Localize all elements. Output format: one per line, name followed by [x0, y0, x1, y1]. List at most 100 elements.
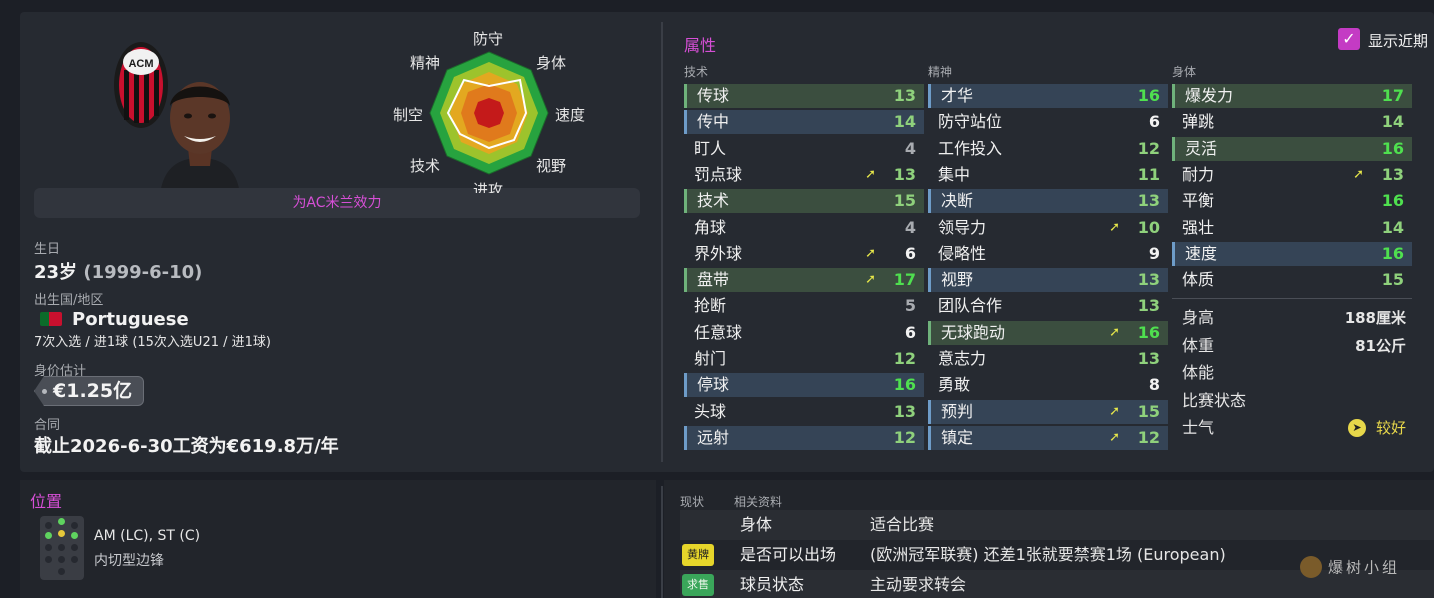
- attr-row[interactable]: 速度 16: [1172, 241, 1412, 266]
- tag-hole-icon: [42, 389, 47, 394]
- attr-row[interactable]: 罚点球 ➚ 13: [684, 163, 924, 187]
- show-recent-label[interactable]: 显示近期: [1368, 30, 1428, 51]
- attr-row[interactable]: 平衡 16: [1172, 189, 1412, 213]
- pitch-dot: [45, 522, 52, 529]
- attr-value: 13: [1137, 349, 1160, 368]
- radar-label-mental: 精神: [410, 54, 441, 72]
- attr-name: 勇敢: [938, 375, 971, 395]
- attr-row[interactable]: 领导力 ➚ 10: [928, 216, 1168, 240]
- attr-name: 盘带: [697, 270, 730, 290]
- attr-row[interactable]: 预判 ➚ 15: [928, 399, 1168, 424]
- pitch-dot: [58, 568, 65, 575]
- attr-name: 无球跑动: [941, 322, 1006, 342]
- bottom-divider: [661, 486, 663, 598]
- attr-row[interactable]: 传球 13: [684, 84, 924, 108]
- attr-name: 抢断: [694, 296, 727, 316]
- attr-row[interactable]: 盯人 4: [684, 137, 924, 161]
- attr-row[interactable]: 勇敢 8: [928, 373, 1168, 397]
- attr-value: 17: [1381, 86, 1404, 105]
- pitch-dot: [58, 544, 65, 551]
- radar-label-physical: 身体: [536, 54, 567, 72]
- attr-name: 镇定: [941, 427, 974, 447]
- progress-arrow-icon: ➚: [1353, 166, 1364, 182]
- attr-name: 任意球: [694, 322, 743, 342]
- status-value: 适合比赛: [870, 515, 935, 534]
- attr-row[interactable]: 灵活 16: [1172, 136, 1412, 161]
- attr-row[interactable]: 侵略性 9: [928, 242, 1168, 266]
- attr-row[interactable]: 界外球 ➚ 6: [684, 242, 924, 266]
- attr-row[interactable]: 镇定 ➚ 12: [928, 425, 1168, 450]
- progress-arrow-icon: ➚: [865, 272, 876, 288]
- attr-row[interactable]: 耐力 ➚ 13: [1172, 163, 1412, 187]
- attr-value: 6: [1148, 112, 1160, 132]
- attr-name: 界外球: [694, 243, 743, 263]
- morale-icon: ➤: [1348, 419, 1366, 437]
- value-tag[interactable]: €1.25亿: [34, 376, 144, 406]
- physical-info-row: 士气 ➤ 较好: [1182, 416, 1406, 440]
- attr-value: 6: [904, 243, 916, 263]
- attr-row[interactable]: 头球 13: [684, 400, 924, 424]
- show-recent-checkbox[interactable]: ✓: [1338, 28, 1360, 50]
- attr-row[interactable]: 决断 13: [928, 189, 1168, 214]
- dob-label: 生日: [34, 242, 61, 257]
- attr-row[interactable]: 强壮 14: [1172, 216, 1412, 240]
- attr-value: 10: [1137, 217, 1160, 237]
- nationality-value[interactable]: Portuguese: [72, 309, 189, 330]
- attr-row[interactable]: 工作投入 12: [928, 137, 1168, 161]
- attr-row[interactable]: 传中 14: [684, 110, 924, 135]
- attr-value: 12: [893, 427, 916, 447]
- age: 23岁: [34, 262, 78, 283]
- position-panel: 位置 AM (LC), ST (C) 内切型边锋: [20, 480, 656, 598]
- attr-row[interactable]: 防守站位 6: [928, 110, 1168, 134]
- attr-row[interactable]: 弹跳 14: [1172, 110, 1412, 134]
- attr-name: 弹跳: [1182, 112, 1215, 132]
- attr-value: 13: [1137, 296, 1160, 316]
- attr-row[interactable]: 射门 12: [684, 347, 924, 371]
- attr-row[interactable]: 无球跑动 ➚ 16: [928, 320, 1168, 345]
- physical-info-name: 比赛状态: [1182, 390, 1247, 410]
- physical-info-name: 体重: [1182, 335, 1215, 355]
- progress-arrow-icon: ➚: [1109, 429, 1120, 445]
- attr-row[interactable]: 远射 12: [684, 425, 924, 450]
- radar-label-vision: 视野: [536, 157, 567, 175]
- attr-name: 集中: [938, 164, 971, 184]
- status-key: 身体: [740, 515, 773, 534]
- portugal-flag-icon: [40, 312, 62, 326]
- attr-value: 12: [893, 349, 916, 368]
- attr-value: 16: [1381, 191, 1404, 211]
- attr-row[interactable]: 意志力 13: [928, 347, 1168, 371]
- attr-name: 传球: [697, 86, 730, 105]
- attr-value: 4: [904, 217, 916, 237]
- attr-row[interactable]: 任意球 6: [684, 321, 924, 345]
- attr-row[interactable]: 盘带 ➚ 17: [684, 268, 924, 293]
- status-row-fitness[interactable]: 身体 适合比赛: [680, 510, 1434, 540]
- attr-row[interactable]: 视野 13: [928, 268, 1168, 293]
- attr-row[interactable]: 技术 15: [684, 189, 924, 214]
- contract-label: 合同: [34, 418, 61, 433]
- attr-row[interactable]: 停球 16: [684, 373, 924, 398]
- attr-value: 13: [893, 86, 916, 105]
- plays-for-banner[interactable]: 为AC米兰效力: [34, 188, 640, 218]
- attr-value: 14: [893, 112, 916, 132]
- watermark-logo-icon: [1300, 556, 1322, 578]
- radar-label-defending: 防守: [473, 30, 504, 48]
- attr-name: 工作投入: [938, 138, 1003, 158]
- attr-value: 13: [1137, 191, 1160, 211]
- physical-info-value: 188厘米: [1344, 309, 1406, 327]
- attr-row[interactable]: 抢断 5: [684, 294, 924, 318]
- attr-row[interactable]: 体质 15: [1172, 268, 1412, 292]
- attr-row[interactable]: 团队合作 13: [928, 294, 1168, 318]
- attr-name: 速度: [1185, 243, 1218, 263]
- attr-name: 意志力: [938, 349, 987, 368]
- position-pitch-icon[interactable]: [40, 516, 84, 580]
- radar-label-aerial: 制空: [393, 106, 424, 124]
- attr-name: 才华: [941, 86, 974, 105]
- attr-row[interactable]: 集中 11: [928, 163, 1168, 187]
- attr-row[interactable]: 爆发力 17: [1172, 84, 1412, 108]
- attr-value: 14: [1381, 112, 1404, 132]
- attr-row[interactable]: 才华 16: [928, 84, 1168, 108]
- nationality-label: 出生国/地区: [34, 293, 104, 308]
- radar-label-speed: 速度: [555, 106, 586, 124]
- attr-row[interactable]: 角球 4: [684, 216, 924, 240]
- status-col-current: 现状: [680, 495, 705, 509]
